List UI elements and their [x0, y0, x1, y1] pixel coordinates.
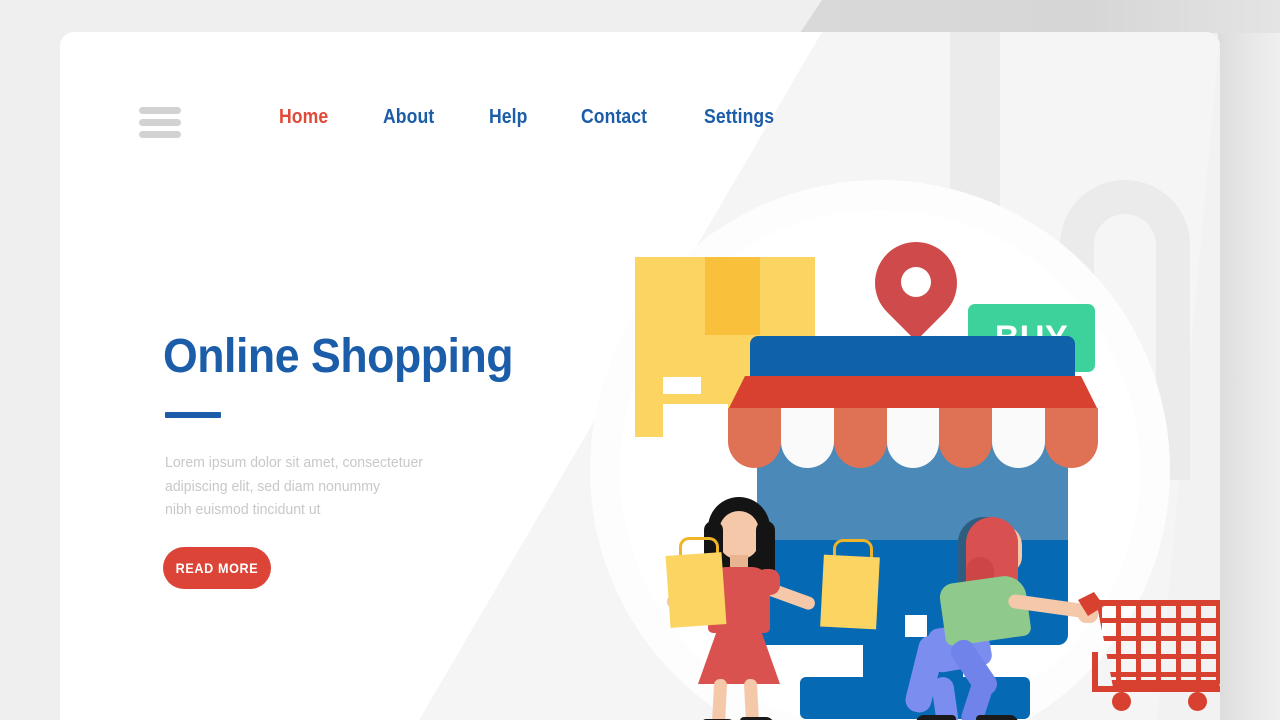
- nav-link-contact[interactable]: Contact: [581, 106, 647, 129]
- hero-paragraph-line: nibh euismod tincidunt ut: [165, 502, 321, 519]
- title-underline-rule: [165, 412, 221, 419]
- top-navigation-bar: Home About Help Contact Settings: [60, 32, 1220, 152]
- hamburger-bar: [139, 107, 181, 114]
- nav-link-help[interactable]: Help: [489, 106, 528, 129]
- hero-paragraph-line: Lorem ipsum dolor sit amet, consectetuer: [165, 455, 423, 472]
- hamburger-bar: [139, 119, 181, 126]
- read-more-label: READ MORE: [175, 560, 259, 576]
- background-circle-inner: [620, 210, 1140, 720]
- hamburger-bar: [139, 131, 181, 138]
- nav-link-home[interactable]: Home: [279, 106, 328, 129]
- page-root: Home About Help Contact Settings BUY Onl…: [0, 0, 1280, 720]
- nav-links: Home About Help Contact Settings: [279, 106, 832, 129]
- hamburger-menu-icon[interactable]: [139, 107, 181, 138]
- right-decorative-shade: [1218, 33, 1280, 720]
- nav-link-about[interactable]: About: [383, 106, 434, 129]
- hero-section: Online Shopping Lorem ipsum dolor sit am…: [163, 330, 633, 589]
- landing-page-card: Home About Help Contact Settings BUY Onl…: [60, 32, 1220, 720]
- read-more-button[interactable]: READ MORE: [163, 547, 271, 589]
- hero-paragraph-line: adipiscing elit, sed diam nonummy: [165, 478, 380, 495]
- page-title: Online Shopping: [163, 330, 514, 383]
- nav-link-settings[interactable]: Settings: [704, 106, 774, 129]
- top-decorative-band: [800, 0, 1280, 33]
- hero-paragraph: Lorem ipsum dolor sit amet, consectetuer…: [165, 452, 619, 522]
